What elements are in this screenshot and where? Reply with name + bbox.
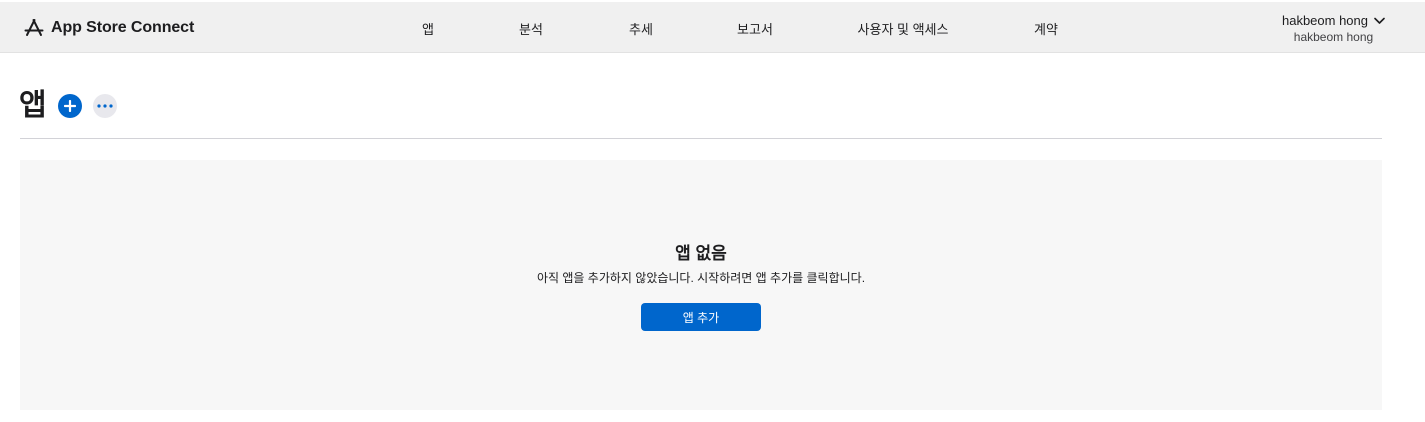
app-store-icon xyxy=(24,19,44,36)
nav-item-users-and-access[interactable]: 사용자 및 액세스 xyxy=(858,2,949,53)
nav-item-analytics[interactable]: 분석 xyxy=(519,2,543,53)
brand-name: App Store Connect xyxy=(51,19,195,36)
ellipsis-icon xyxy=(97,104,113,108)
brand-logo-link[interactable]: App Store Connect xyxy=(24,16,194,40)
top-navigation-bar: App Store Connect 앱 분석 추세 보고서 사용자 및 액세스 … xyxy=(0,2,1425,53)
plus-icon xyxy=(63,100,76,112)
empty-state-title: 앱 없음 xyxy=(675,244,727,263)
account-row: hakbeom hong xyxy=(1282,13,1385,28)
page-header: 앱 xyxy=(19,86,117,126)
more-options-button[interactable] xyxy=(92,94,117,118)
account-name: hakbeom hong xyxy=(1281,13,1368,28)
page-title: 앱 xyxy=(19,89,47,122)
add-app-button[interactable] xyxy=(57,94,82,118)
account-menu[interactable]: hakbeom hong hakbeom hong xyxy=(1282,13,1385,44)
nav-item-trends[interactable]: 추세 xyxy=(629,2,653,53)
empty-state-panel: 앱 없음 아직 앱을 추가하지 않았습니다. 시작하려면 앱 추가를 클릭합니다… xyxy=(20,160,1382,410)
main-nav: 앱 분석 추세 보고서 사용자 및 액세스 계약 xyxy=(0,2,1425,53)
empty-state-description: 아직 앱을 추가하지 않았습니다. 시작하려면 앱 추가를 클릭합니다. xyxy=(536,271,866,285)
nav-item-apps[interactable]: 앱 xyxy=(422,2,434,53)
account-team-name: hakbeom hong xyxy=(1293,30,1374,44)
nav-item-reports[interactable]: 보고서 xyxy=(737,2,773,53)
chevron-down-icon xyxy=(1374,17,1385,24)
add-app-primary-button[interactable]: 앱 추가 xyxy=(641,303,761,331)
header-divider xyxy=(20,138,1382,139)
nav-item-agreements[interactable]: 계약 xyxy=(1034,2,1058,53)
